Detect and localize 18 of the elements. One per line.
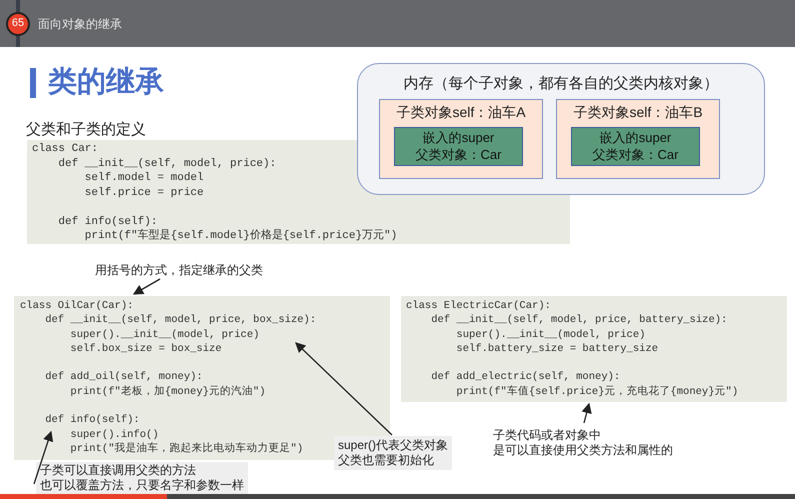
super-object-box: 嵌入的super 父类对象：Car [394,127,523,166]
object-label: 子类对象self：油车A [395,103,527,122]
annotation-note: 子类可以直接调用父类的方法 也可以覆盖方法，只要名字和参数一样 [36,462,248,494]
arrow [582,402,592,424]
code-block: class ElectricCar(Car): def __init__(self, model, price, battery_size): super().__init__(model, price) self.battery_size = battery_size def add_electric(self, money): print(f"车值{self.price}元，充电花了{money}元") [401,296,787,402]
lesson-title: 面向对象的继承 [38,16,122,32]
video-progress-bar[interactable] [0,494,795,499]
slide-title: 类的继承 [48,65,164,100]
annotation-note: super()代表父类对象 父类也需要初始化 [334,436,452,470]
arrow [132,278,160,295]
super-object-box: 嵌入的super 父类对象：Car [571,127,700,166]
annotation-text: 用括号的方式，指定继承的父类 [95,262,263,279]
title-bar-accent [30,68,36,98]
memory-title: 内存（每个子对象，都有各自的父类内核对象） [402,74,720,94]
annotation-text: 子类代码或者对象中 是可以直接使用父类方法和属性的 [493,428,673,458]
object-label: 子类对象self：油车B [572,103,704,122]
slide-subtitle: 父类和子类的定义 [26,120,146,140]
lesson-number-badge: 65 [6,12,30,36]
